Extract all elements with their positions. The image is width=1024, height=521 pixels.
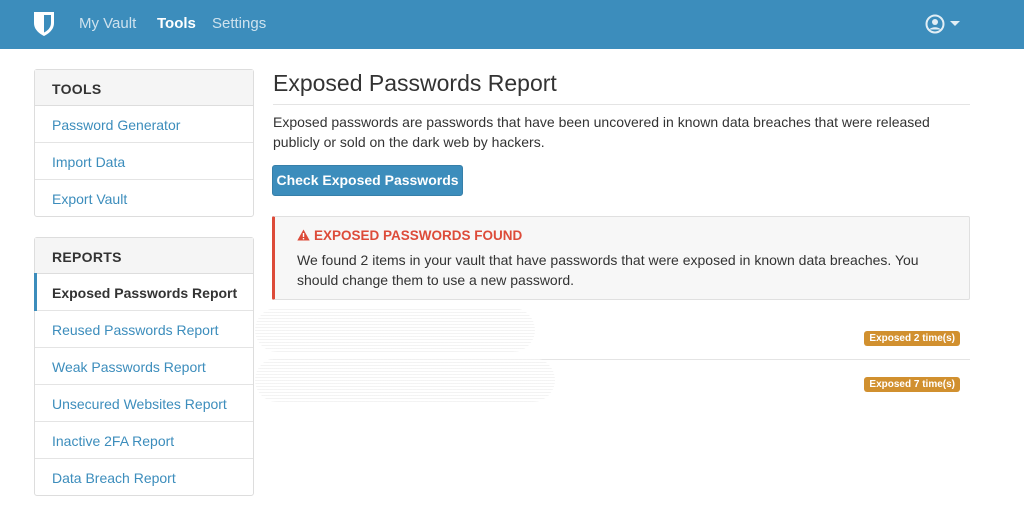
sidebar-item-inactive-2fa[interactable]: Inactive 2FA Report	[35, 422, 253, 459]
account-menu[interactable]	[924, 13, 964, 35]
warning-triangle-icon	[297, 229, 310, 241]
caret-down-icon	[950, 21, 960, 26]
sidebar-item-exposed-passwords[interactable]: Exposed Passwords Report	[34, 273, 253, 311]
alert-title-row: EXPOSED PASSWORDS FOUND	[297, 228, 522, 243]
sidebar-item-weak-passwords[interactable]: Weak Passwords Report	[35, 348, 253, 385]
redacted-item-name	[255, 358, 555, 402]
exposed-passwords-alert: EXPOSED PASSWORDS FOUND We found 2 items…	[272, 216, 970, 300]
tools-card: TOOLS Password Generator Import Data Exp…	[34, 69, 254, 217]
check-exposed-passwords-button[interactable]: Check Exposed Passwords	[272, 165, 463, 196]
sidebar-item-data-breach[interactable]: Data Breach Report	[35, 459, 253, 496]
sidebar-item-export-vault[interactable]: Export Vault	[35, 180, 253, 217]
sidebar-item-password-generator[interactable]: Password Generator	[35, 106, 253, 143]
title-divider	[273, 104, 970, 105]
exposed-count-badge: Exposed 7 time(s)	[864, 377, 960, 392]
reports-card: REPORTS Exposed Passwords Report Reused …	[34, 237, 254, 496]
nav-my-vault[interactable]: My Vault	[79, 15, 136, 32]
sidebar-item-unsecured-websites[interactable]: Unsecured Websites Report	[35, 385, 253, 422]
page-description: Exposed passwords are passwords that hav…	[273, 114, 930, 150]
result-row[interactable]: Exposed 2 time(s)	[255, 308, 970, 360]
reports-header: REPORTS	[35, 238, 253, 274]
top-navbar: My Vault Tools Settings	[0, 0, 1024, 49]
exposed-count-badge: Exposed 2 time(s)	[864, 331, 960, 346]
result-row[interactable]: Exposed 7 time(s)	[255, 358, 970, 406]
nav-settings[interactable]: Settings	[212, 15, 266, 32]
alert-title: EXPOSED PASSWORDS FOUND	[314, 228, 523, 243]
tools-header: TOOLS	[35, 70, 253, 106]
redacted-item-name	[255, 308, 535, 352]
shield-icon[interactable]	[33, 11, 55, 37]
alert-body: We found 2 items in your vault that have…	[297, 252, 919, 288]
page-title: Exposed Passwords Report	[273, 70, 557, 96]
user-circle-icon	[925, 14, 945, 34]
sidebar-item-reused-passwords[interactable]: Reused Passwords Report	[35, 311, 253, 348]
sidebar-item-import-data[interactable]: Import Data	[35, 143, 253, 180]
nav-tools[interactable]: Tools	[157, 15, 196, 32]
